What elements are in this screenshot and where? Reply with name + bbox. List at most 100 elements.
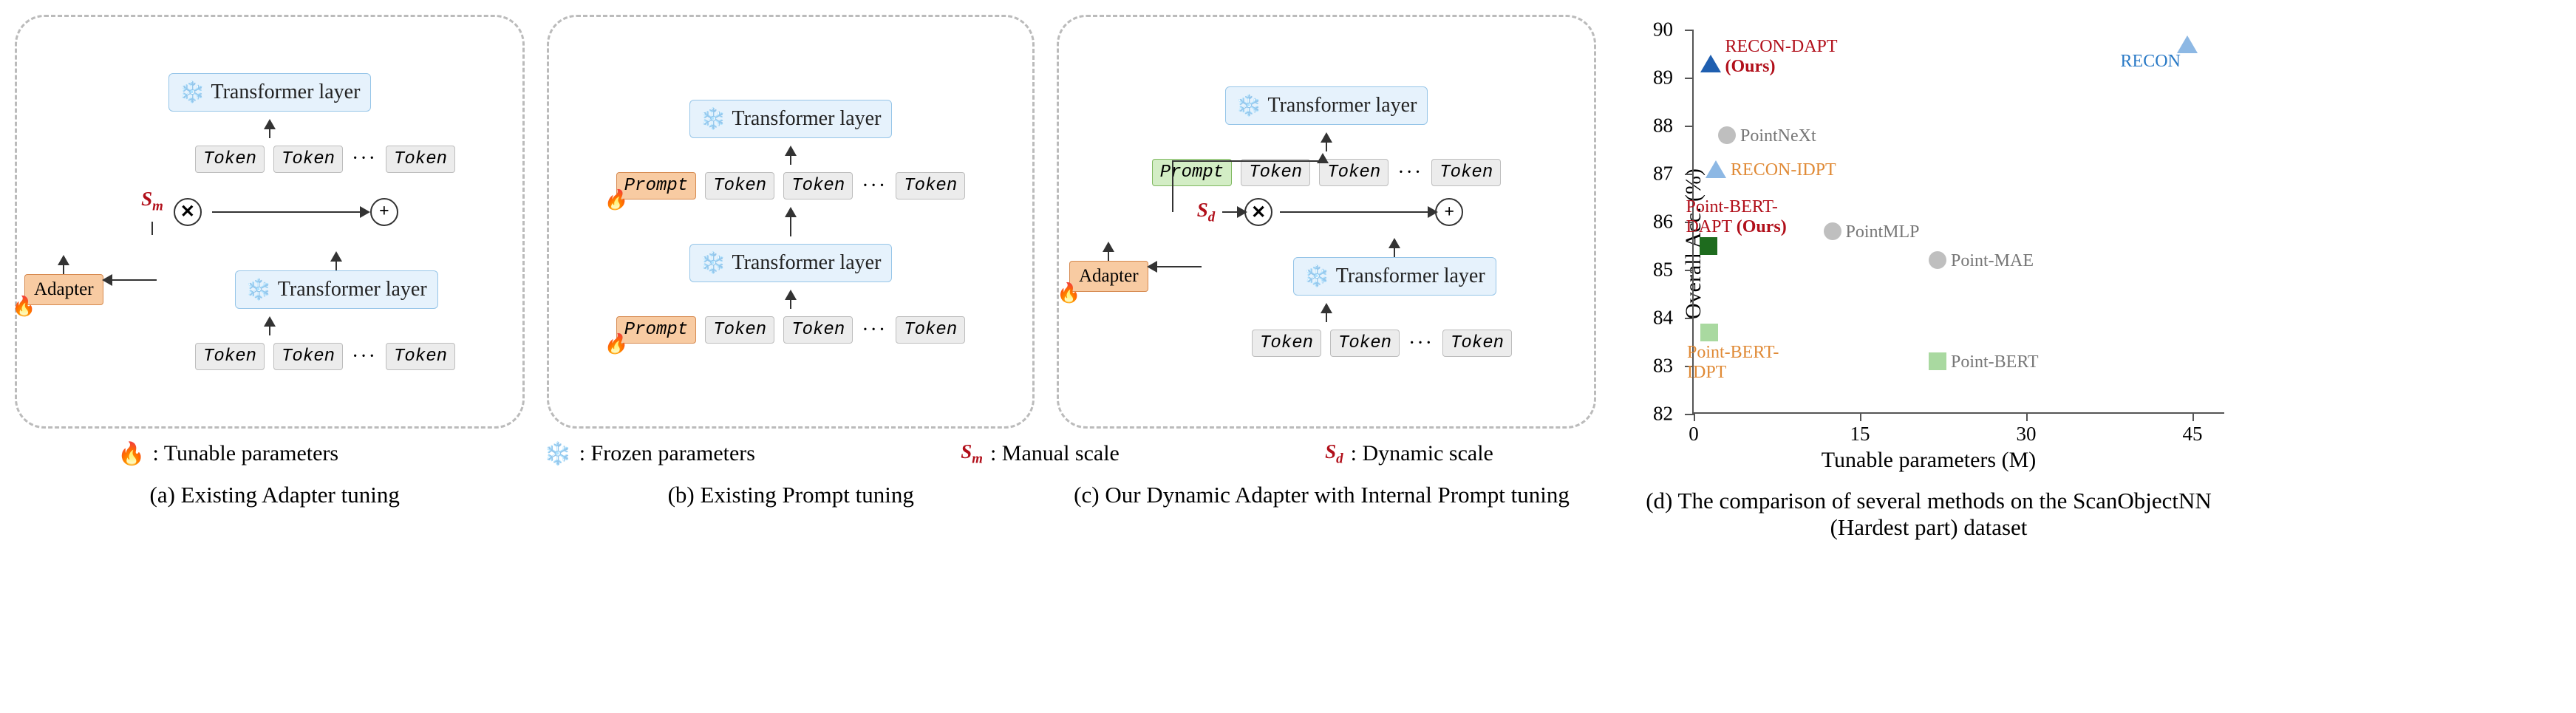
transformer-layer-top: ❄️ Transformer layer	[1225, 86, 1428, 125]
y-tick	[1685, 126, 1694, 127]
adapter-label: Adapter	[34, 279, 94, 299]
x-tick	[2026, 412, 2028, 421]
left-block: ❄️ Transformer layer Token Token ··· Tok…	[15, 15, 1596, 508]
fire-icon: 🔥	[12, 296, 35, 318]
fire-icon: 🔥	[604, 333, 627, 356]
panel-b: ❄️ Transformer layer Prompt 🔥 Token Toke…	[547, 15, 1035, 429]
y-tick-label: 84	[1653, 307, 1673, 330]
fire-icon: 🔥	[117, 441, 145, 467]
y-tick-label: 86	[1653, 211, 1673, 233]
ellipsis: ···	[1408, 332, 1434, 355]
ellipsis: ···	[1397, 161, 1422, 185]
transformer-label: Transformer layer	[211, 81, 360, 104]
transformer-layer-bottom: ❄️ Transformer layer	[1293, 257, 1496, 296]
square-marker	[1929, 352, 1946, 370]
data-point	[1700, 237, 1717, 255]
x-tick-label: 15	[1850, 423, 1870, 446]
data-point-label: Point-BERT	[1951, 352, 2039, 372]
add-op: +	[370, 198, 398, 226]
caption-d: (d) The comparison of several methods on…	[1611, 488, 2246, 541]
panel-c-box: ❄️ Transformer layer Prompt Token Token …	[1057, 15, 1596, 429]
transformer-label: Transformer layer	[732, 107, 881, 131]
snowflake-icon: ❄️	[180, 80, 205, 105]
prompt-label: Prompt	[624, 176, 688, 196]
token-box: Token	[1442, 330, 1512, 357]
transformer-label: Transformer layer	[278, 278, 427, 301]
x-axis-label: Tunable parameters (M)	[1822, 448, 2036, 473]
circle-marker	[1824, 222, 1841, 240]
legend-sm: Sm : Manual scale	[961, 440, 1120, 467]
y-tick-label: 89	[1653, 66, 1673, 89]
transformer-layer-bottom: ❄️ Transformer layer	[235, 270, 438, 309]
token-row-bottom: Token Token ··· Token	[1252, 330, 1512, 357]
scatter-chart: Overall Acc. (%) 82838485868788899001530…	[1611, 15, 2246, 473]
x-tick	[1860, 412, 1861, 421]
data-point	[1824, 222, 1841, 240]
square-marker	[1700, 324, 1718, 341]
multiply-op: ✕	[174, 198, 202, 226]
y-tick-label: 88	[1653, 115, 1673, 137]
legend-tunable: 🔥 : Tunable parameters	[117, 441, 338, 467]
arrow-right	[1222, 211, 1237, 213]
y-tick-label: 90	[1653, 18, 1673, 41]
token-box: Token	[195, 146, 265, 173]
circle-marker	[1718, 126, 1736, 144]
token-box: Token	[896, 172, 965, 199]
data-point	[1700, 324, 1718, 341]
data-point-label: Point-BERT-DAPT (Ours)	[1686, 197, 1787, 237]
prompt-label: Prompt	[624, 320, 688, 340]
token-box: Token	[273, 343, 343, 370]
x-tick-label: 45	[2183, 423, 2203, 446]
panel-a-box: ❄️ Transformer layer Token Token ··· Tok…	[15, 15, 525, 429]
fire-icon: 🔥	[1057, 282, 1080, 304]
triangle-marker	[2177, 35, 2198, 53]
snowflake-icon: ❄️	[544, 441, 571, 467]
data-point	[1718, 126, 1736, 144]
ellipsis: ···	[352, 147, 377, 171]
y-tick	[1685, 174, 1694, 175]
token-row-bottom: Prompt 🔥 Token Token ··· Token	[616, 316, 965, 344]
transformer-layer-top: ❄️ Transformer layer	[689, 100, 893, 138]
square-marker	[1700, 237, 1717, 255]
y-tick	[1685, 30, 1694, 31]
chart-axes: 8283848586878889900153045RECON-DAPT(Ours…	[1692, 30, 2224, 414]
arrow-right	[1280, 211, 1428, 213]
adapter-label: Adapter	[1079, 266, 1139, 286]
caption-c: (c) Our Dynamic Adapter with Internal Pr…	[1054, 482, 1589, 508]
token-box: Token	[1319, 159, 1388, 186]
snowflake-icon: ❄️	[246, 277, 272, 302]
transformer-label: Transformer layer	[732, 251, 881, 275]
data-point-label: RECON-IDPT	[1731, 160, 1836, 180]
y-tick-label: 82	[1653, 403, 1673, 426]
arrow-left	[112, 279, 157, 281]
x-tick-label: 0	[1689, 423, 1699, 446]
snowflake-icon: ❄️	[701, 250, 726, 276]
data-point	[1929, 251, 1946, 269]
fire-icon: 🔥	[604, 189, 627, 212]
caption-a: (a) Existing Adapter tuning	[22, 482, 527, 508]
y-tick	[1685, 414, 1694, 415]
legend-label: : Frozen parameters	[579, 441, 755, 466]
ellipsis: ···	[352, 345, 377, 369]
x-tick-label: 30	[2017, 423, 2037, 446]
x-tick	[1694, 412, 1695, 421]
token-box: Token	[386, 146, 455, 173]
adapter-merge-row: Sd ✕ +	[1074, 198, 1579, 226]
y-tick	[1685, 78, 1694, 79]
legend-sd: Sd : Dynamic scale	[1325, 440, 1493, 467]
add-op: +	[1435, 198, 1463, 226]
ellipsis: ···	[862, 174, 887, 198]
caption-b: (b) Existing Prompt tuning	[549, 482, 1032, 508]
token-box: Token	[1252, 330, 1321, 357]
token-row-bottom: Token Token ··· Token	[195, 343, 455, 370]
triangle-marker	[1700, 55, 1721, 72]
token-box: Token	[1431, 159, 1501, 186]
token-row-top: Token Token ··· Token	[195, 146, 455, 173]
legend-label: : Tunable parameters	[152, 441, 338, 466]
data-point	[1706, 160, 1726, 178]
figure-container: ❄️ Transformer layer Token Token ··· Tok…	[15, 15, 2561, 541]
snowflake-icon: ❄️	[1236, 93, 1262, 118]
arrow-right	[212, 211, 360, 213]
transformer-layer-top: ❄️ Transformer layer	[168, 73, 372, 112]
transformer-label: Transformer layer	[1267, 94, 1417, 117]
